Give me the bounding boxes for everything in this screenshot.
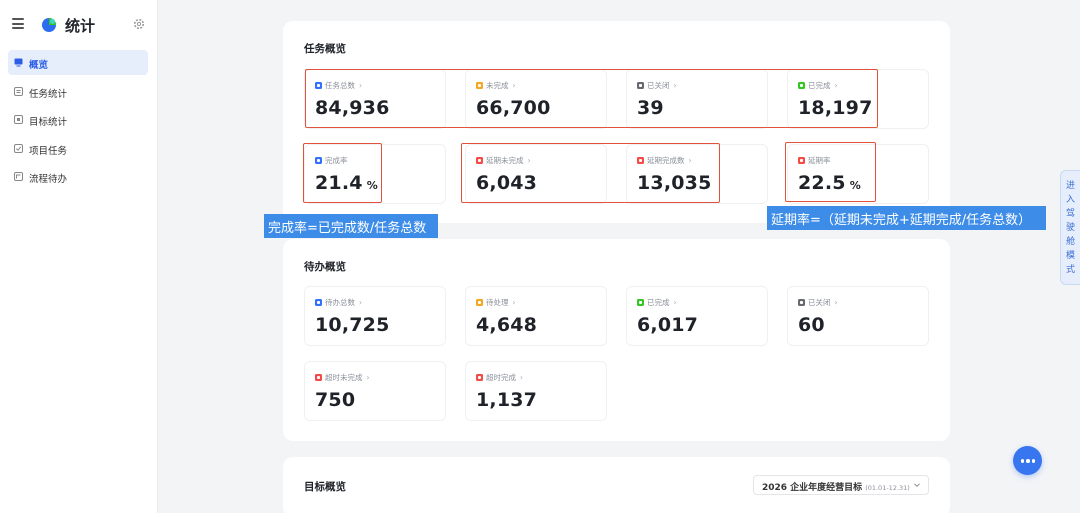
- annotation-box-top-row: [305, 69, 878, 128]
- delay-rate-formula-note: 延期率=（延期未完成+延期完成/任务总数）: [767, 206, 1046, 230]
- panel-title: 任务概览: [304, 43, 346, 55]
- chevron-right-icon: ›: [673, 298, 677, 307]
- chevron-down-icon: [914, 483, 920, 488]
- annotation-box-delayed: [461, 143, 720, 203]
- stat-label: 待处理: [486, 298, 509, 307]
- stat-card-todo-total[interactable]: 待办总数 › 10,725: [304, 286, 446, 346]
- cockpit-mode-tab[interactable]: 进入驾驶舱模式: [1060, 170, 1080, 285]
- stat-label: 待办总数: [325, 298, 355, 307]
- project-icon: [14, 144, 23, 153]
- stat-card-todo-overdue-incomplete[interactable]: 超时未完成 › 750: [304, 361, 446, 421]
- more-actions-button[interactable]: [1013, 446, 1042, 475]
- sidebar-item-label: 任务统计: [29, 89, 68, 100]
- completion-rate-formula-note: 完成率=已完成数/任务总数: [264, 214, 438, 238]
- stat-value: 60: [798, 314, 825, 336]
- sidebar-item-label: 目标统计: [29, 117, 68, 128]
- stat-card-todo-closed[interactable]: 已关闭 › 60: [787, 286, 929, 346]
- todo-closed-icon: [798, 299, 805, 306]
- sidebar-item-goal-stats[interactable]: 目标统计: [8, 107, 148, 132]
- goal-selector-range: (01.01-12.31): [865, 484, 910, 492]
- stat-label: 超时完成: [486, 373, 516, 382]
- gear-icon[interactable]: [133, 18, 145, 30]
- sidebar-item-task-stats[interactable]: 任务统计: [8, 79, 148, 104]
- stat-value: 1,137: [476, 389, 538, 411]
- stat-label: 已完成: [647, 298, 670, 307]
- todo-total-icon: [315, 299, 322, 306]
- chevron-right-icon: ›: [359, 298, 362, 307]
- todo-completed-icon: [637, 299, 644, 306]
- stat-label: 已关闭: [808, 298, 831, 307]
- stat-card-todo-completed[interactable]: 已完成 › 6,017: [626, 286, 768, 346]
- chevron-right-icon: ›: [520, 373, 523, 382]
- stat-value: 6,017: [637, 314, 699, 336]
- goal-selector-dropdown[interactable]: 2026 企业年度经营目标 (01.01-12.31): [753, 475, 929, 495]
- logo-icon: [42, 18, 56, 32]
- todo-overview-panel: 待办概览 待办总数 › 10,725 待处理 › 4,648 已完成 › 6,017 …: [283, 239, 950, 441]
- flow-icon: [14, 172, 23, 181]
- sidebar-item-label: 项目任务: [29, 146, 68, 157]
- sidebar-item-label: 流程待办: [29, 174, 68, 185]
- task-icon: [14, 87, 23, 96]
- chevron-right-icon: ›: [366, 373, 370, 382]
- target-icon: [14, 115, 23, 124]
- sidebar-item-project-tasks[interactable]: 项目任务: [8, 136, 148, 161]
- stat-card-todo-pending[interactable]: 待处理 › 4,648: [465, 286, 607, 346]
- stat-card-todo-overdue-completed[interactable]: 超时完成 › 1,137: [465, 361, 607, 421]
- sidebar-item-overview[interactable]: 概览: [8, 50, 148, 75]
- monitor-icon: [14, 58, 23, 67]
- sidebar: 统计 概览 任务统计 目标统计 项目任务 流程待办: [0, 0, 158, 513]
- todo-pending-icon: [476, 299, 483, 306]
- sidebar-item-flow-todo[interactable]: 流程待办: [8, 164, 148, 189]
- annotation-box-completion-rate: [303, 143, 382, 203]
- stat-value: 750: [315, 389, 356, 411]
- annotation-box-delay-rate: [785, 142, 876, 202]
- chevron-right-icon: ›: [834, 298, 838, 307]
- stat-value: 10,725: [315, 314, 390, 336]
- overdue-incomplete-icon: [315, 374, 322, 381]
- menu-icon[interactable]: [12, 18, 24, 29]
- stat-label: 超时未完成: [325, 373, 363, 382]
- stat-value: 4,648: [476, 314, 538, 336]
- panel-title: 待办概览: [304, 261, 346, 273]
- cockpit-mode-label: 进入驾驶舱模式: [1066, 181, 1076, 275]
- sidebar-header: 统计: [0, 0, 158, 50]
- overdue-completed-icon: [476, 374, 483, 381]
- sidebar-item-label: 概览: [29, 60, 49, 71]
- chevron-right-icon: ›: [512, 298, 516, 307]
- goal-selector-label: 2026 企业年度经营目标: [762, 483, 863, 493]
- app-title: 统计: [65, 17, 96, 35]
- panel-title: 目标概览: [304, 481, 346, 493]
